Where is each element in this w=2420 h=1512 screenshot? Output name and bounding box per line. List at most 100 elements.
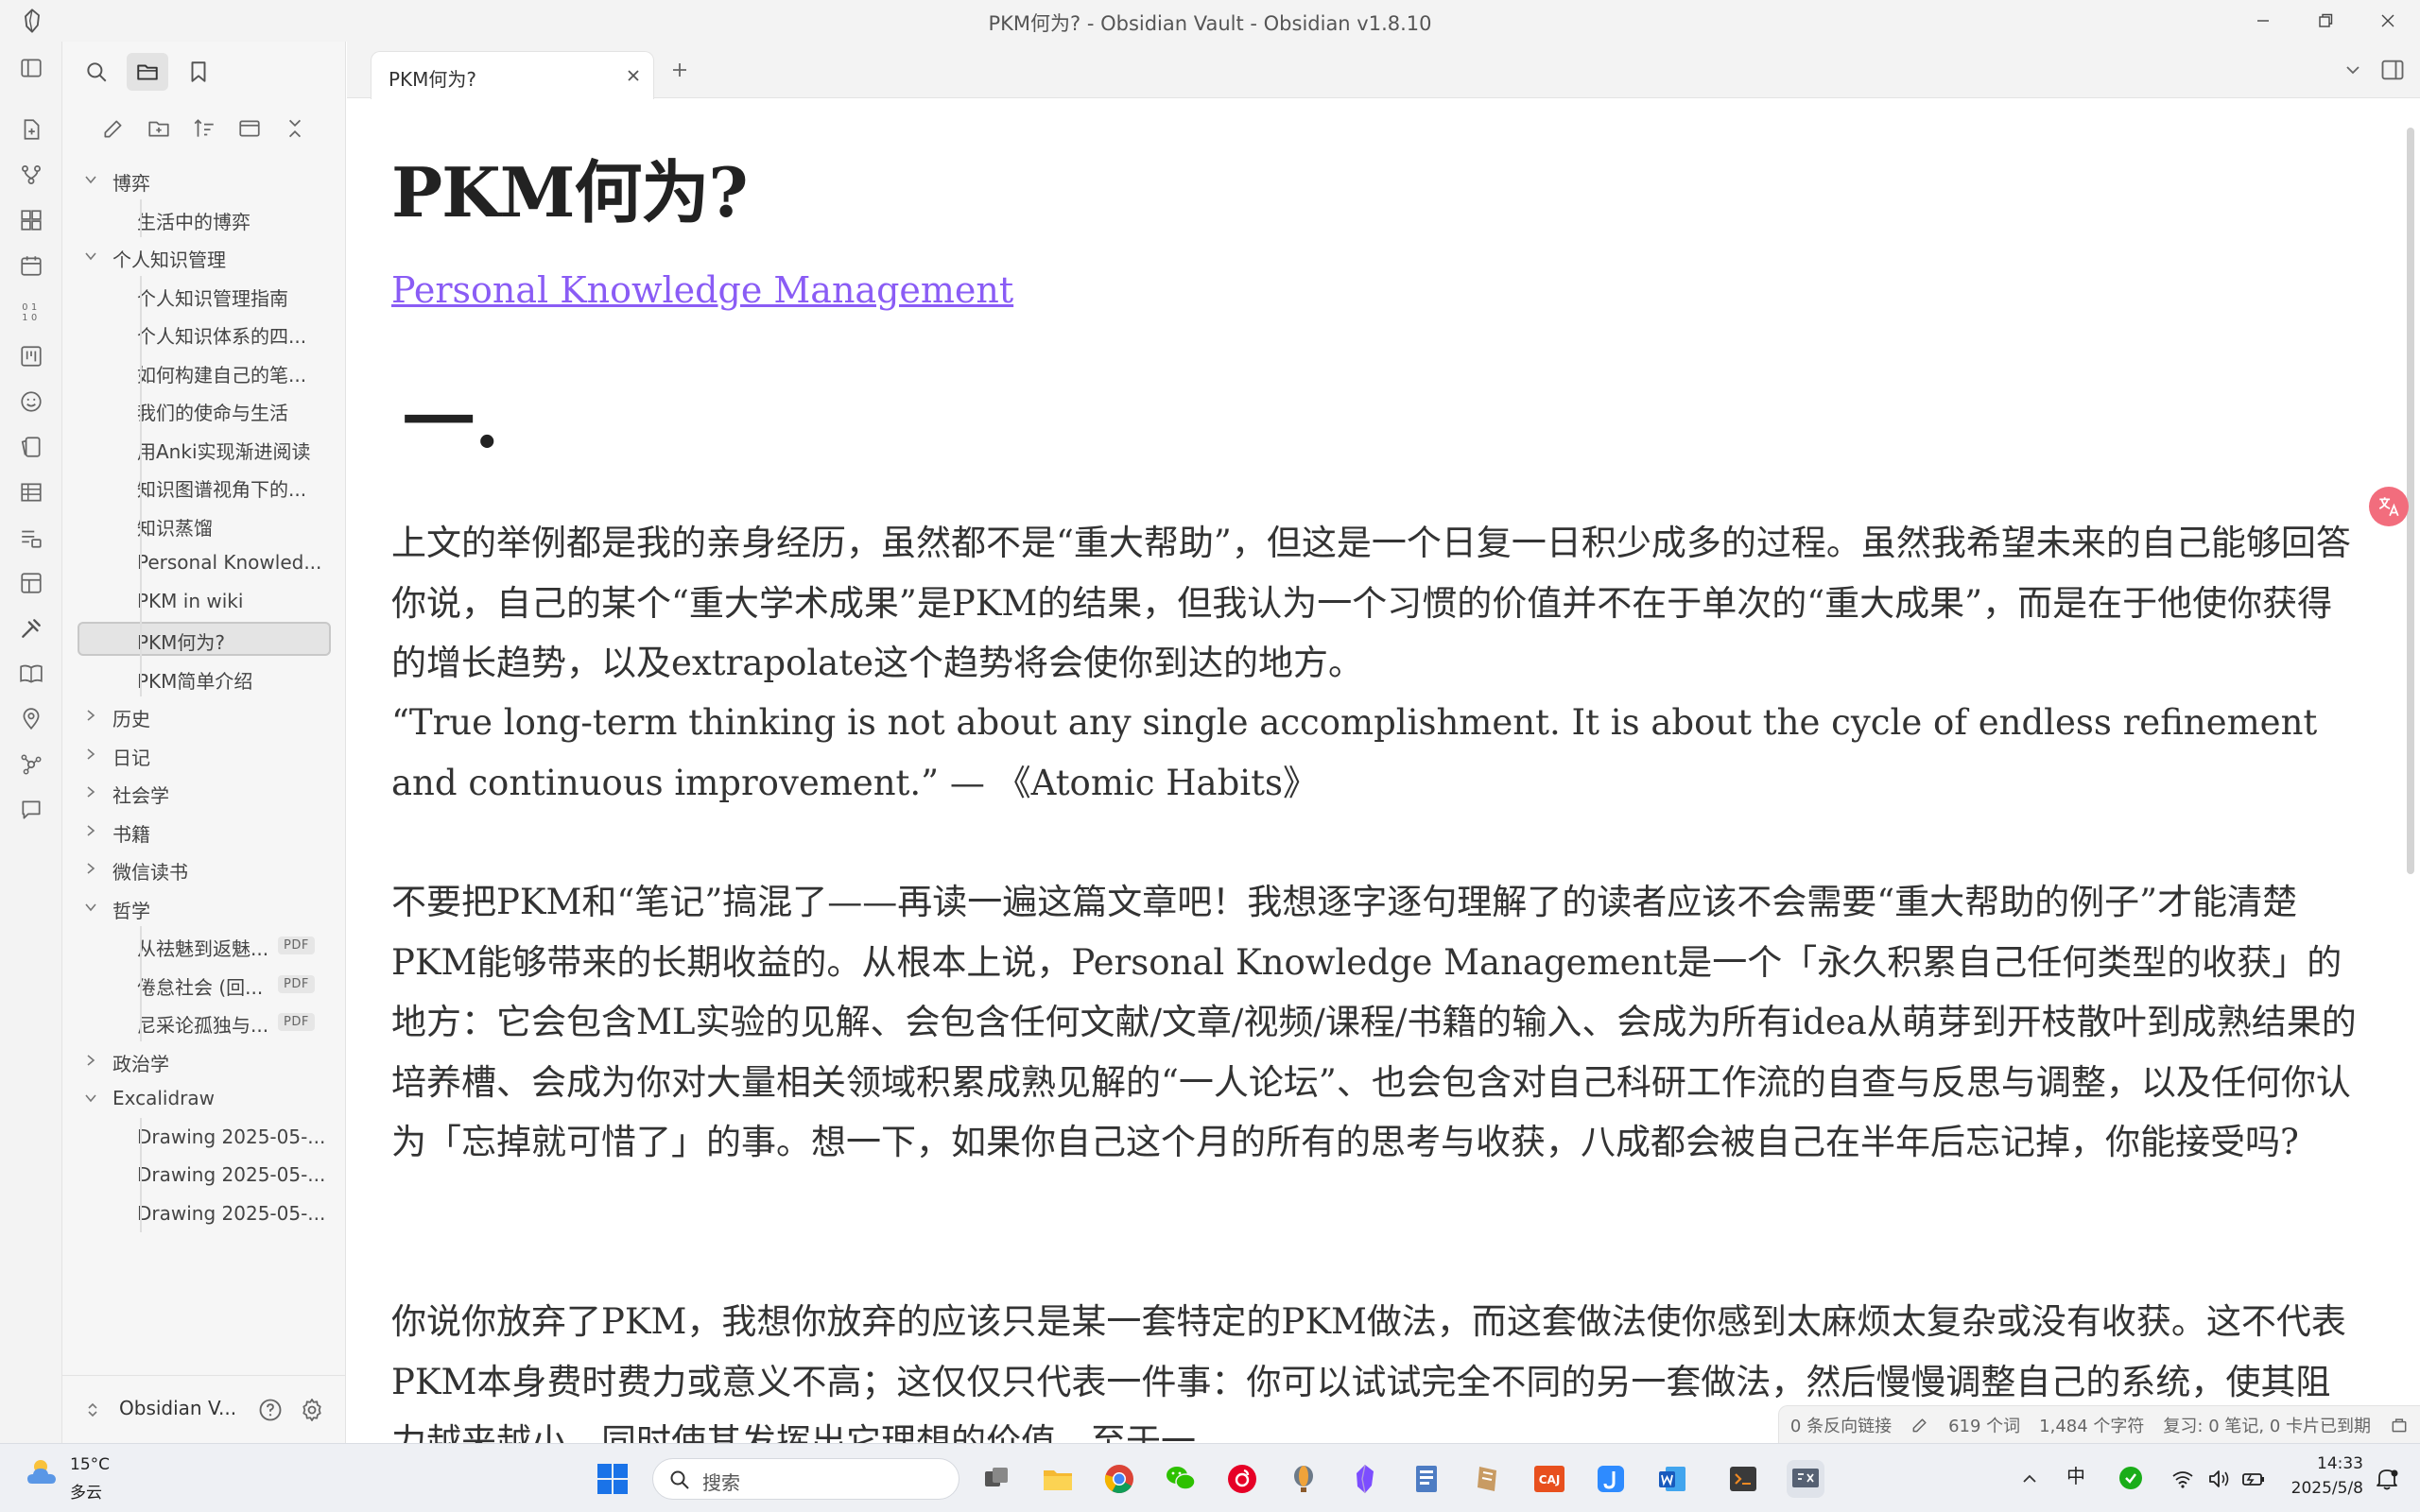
ribbon-daily-note-button[interactable] xyxy=(16,250,46,281)
ribbon-map-button[interactable] xyxy=(16,704,46,734)
file-item[interactable]: 我们的使命与生活 xyxy=(62,390,346,429)
folder-item[interactable]: 博弈 xyxy=(62,161,346,199)
file-item[interactable]: 知识图谱视角下的... xyxy=(62,467,346,506)
caj-viewer-app[interactable]: CAJ xyxy=(1530,1460,1568,1498)
folder-item[interactable]: 社会学 xyxy=(62,773,346,812)
bookmarks-tab-button[interactable] xyxy=(178,53,219,91)
folder-item[interactable]: 个人知识管理 xyxy=(62,237,346,276)
ribbon-flashcards-button[interactable] xyxy=(16,432,46,462)
notification-bell-icon[interactable] xyxy=(2373,1465,2401,1493)
chevron-down-icon[interactable] xyxy=(2342,59,2364,81)
file-item[interactable]: 个人知识体系的四... xyxy=(62,314,346,352)
review-status[interactable]: 复习: 0 笔记, 0 卡片已到期 xyxy=(2163,1413,2371,1437)
pencil-icon[interactable] xyxy=(1910,1416,1929,1435)
chevron-up-icon[interactable] xyxy=(2019,1469,2040,1489)
folder-item[interactable]: 政治学 xyxy=(62,1041,346,1080)
sidebar-right-icon[interactable] xyxy=(2379,57,2406,83)
task-view-button[interactable] xyxy=(977,1460,1015,1498)
ribbon-book-button[interactable] xyxy=(16,659,46,689)
file-item[interactable]: 用Anki实现渐进阅读 xyxy=(62,429,346,468)
folder-item[interactable]: 微信读书 xyxy=(62,850,346,888)
ribbon-canvas-button[interactable] xyxy=(16,205,46,235)
file-item[interactable]: 尼采论孤独与... PDF xyxy=(62,1003,346,1041)
collapse-all-button[interactable] xyxy=(276,110,314,147)
ribbon-excalidraw-button[interactable] xyxy=(16,613,46,644)
taskbar-search[interactable]: 搜索 xyxy=(652,1458,959,1500)
backlinks-count[interactable]: 0 条反向链接 xyxy=(1790,1413,1892,1437)
settings-gear-icon[interactable] xyxy=(299,1397,325,1423)
app-reader[interactable] xyxy=(1469,1460,1507,1498)
file-item[interactable]: 生活中的博弈 xyxy=(62,199,346,238)
help-icon[interactable] xyxy=(257,1397,284,1423)
wechat-app[interactable] xyxy=(1162,1460,1200,1498)
file-item[interactable]: 知识蒸馏 xyxy=(62,506,346,544)
ribbon-sort-button[interactable]: 0110 xyxy=(16,296,46,326)
vault-name[interactable]: Obsidian V... xyxy=(119,1397,236,1419)
ribbon-mindmap-button[interactable] xyxy=(16,749,46,780)
plus-icon[interactable] xyxy=(668,59,691,81)
ribbon-review-button[interactable] xyxy=(16,523,46,553)
search-tab-button[interactable] xyxy=(76,53,117,91)
obsidian-app[interactable] xyxy=(1346,1460,1384,1498)
new-folder-button[interactable] xyxy=(140,110,178,147)
file-type-badge: PDF xyxy=(278,936,315,954)
file-item[interactable]: 如何构建自己的笔... xyxy=(62,352,346,391)
ribbon-table-button[interactable] xyxy=(16,477,46,507)
ime-indicator[interactable]: 中 xyxy=(2066,1461,2085,1488)
folder-item[interactable]: 书籍 xyxy=(62,812,346,850)
file-item[interactable]: Personal Knowled... xyxy=(62,543,346,582)
netease-music-app[interactable] xyxy=(1223,1460,1261,1498)
file-item[interactable]: Drawing 2025-05-... xyxy=(62,1118,346,1157)
file-item[interactable]: 从祛魅到返魅... PDF xyxy=(62,926,346,965)
file-item[interactable]: PKM in wiki xyxy=(62,582,346,621)
folder-item[interactable]: 哲学 xyxy=(62,888,346,927)
translate-button[interactable] xyxy=(2369,487,2409,526)
sort-button[interactable] xyxy=(185,110,223,147)
volume-icon[interactable] xyxy=(2206,1467,2231,1491)
ribbon-smile-button[interactable] xyxy=(16,387,46,417)
folder-item[interactable]: 日记 xyxy=(62,735,346,774)
file-item[interactable]: PKM何为? xyxy=(62,620,346,659)
file-item[interactable]: Drawing 2025-05-... xyxy=(62,1194,346,1233)
ribbon-chat-button[interactable] xyxy=(16,795,46,825)
chrome-app[interactable] xyxy=(1100,1460,1138,1498)
weather-widget[interactable]: 15°C 多云 xyxy=(25,1453,110,1503)
files-tab-button[interactable] xyxy=(127,53,168,91)
ribbon-graph-button[interactable] xyxy=(16,160,46,190)
file-item[interactable]: 个人知识管理指南 xyxy=(62,276,346,315)
chevron-up-down-icon[interactable] xyxy=(83,1400,102,1419)
app-active-window[interactable] xyxy=(1787,1460,1824,1498)
app-tray-icon[interactable] xyxy=(2118,1465,2144,1491)
restore-icon xyxy=(2319,13,2333,27)
app-balloon[interactable] xyxy=(1285,1460,1322,1498)
file-item[interactable]: 倦怠社会 (回... PDF xyxy=(62,965,346,1004)
word-app[interactable] xyxy=(1653,1460,1691,1498)
ribbon-kanban-button[interactable] xyxy=(16,341,46,371)
editor-pane[interactable]: PKM何为? Personal Knowledge Management 一. … xyxy=(347,99,2420,1443)
folder-item[interactable]: 历史 xyxy=(62,696,346,735)
auto-reveal-button[interactable] xyxy=(231,110,268,147)
internal-link[interactable]: Personal Knowledge Management xyxy=(391,269,1013,311)
start-button[interactable] xyxy=(594,1460,631,1498)
system-clock[interactable]: 14:33 2025/5/8 xyxy=(2278,1452,2363,1501)
app-terminal[interactable] xyxy=(1724,1460,1762,1498)
wifi-icon[interactable] xyxy=(2170,1467,2195,1491)
file-explorer-app[interactable] xyxy=(1039,1460,1077,1498)
battery-icon[interactable] xyxy=(2240,1467,2267,1491)
minimize-button[interactable] xyxy=(2235,6,2291,36)
restore-button[interactable] xyxy=(2297,6,2354,36)
folder-item[interactable]: Excalidraw xyxy=(62,1079,346,1118)
tree-item-label: PKM何为? xyxy=(137,631,226,654)
file-item[interactable]: PKM简单介绍 xyxy=(62,659,346,697)
ribbon-new-note-button[interactable] xyxy=(16,114,46,145)
tab-pkm[interactable]: PKM何为? xyxy=(371,51,654,99)
app-document[interactable] xyxy=(1408,1460,1445,1498)
app-j[interactable] xyxy=(1592,1460,1630,1498)
ribbon-templates-button[interactable] xyxy=(16,568,46,598)
sync-icon[interactable] xyxy=(2390,1416,2409,1435)
toggle-sidebar-button[interactable] xyxy=(16,53,46,83)
file-item[interactable]: Drawing 2025-05-... xyxy=(62,1156,346,1194)
new-note-button[interactable] xyxy=(95,110,132,147)
close-window-button[interactable] xyxy=(2360,6,2416,36)
close-icon[interactable] xyxy=(623,65,644,86)
